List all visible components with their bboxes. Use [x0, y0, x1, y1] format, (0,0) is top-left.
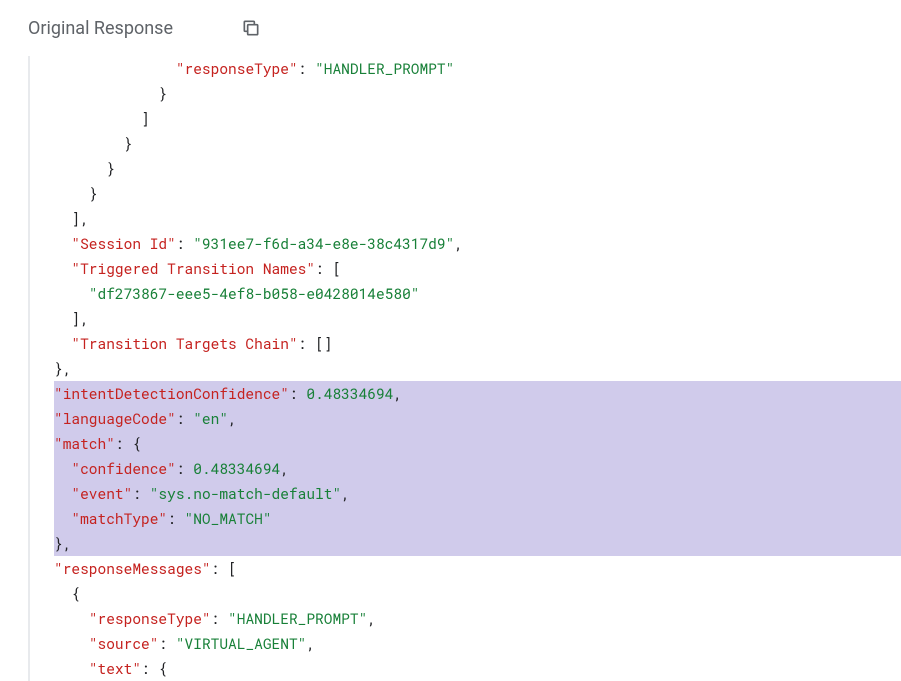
json-value: "en"	[193, 409, 228, 428]
code-line: ],	[54, 206, 901, 231]
json-key: "responseType"	[89, 609, 211, 628]
json-key: "Triggered Transition Names"	[71, 259, 315, 278]
json-key: "confidence"	[71, 459, 175, 478]
code-line: "Transition Targets Chain": []	[54, 331, 901, 356]
json-value: "NO_MATCH"	[185, 509, 272, 528]
json-key: "event"	[71, 484, 132, 503]
json-code-block[interactable]: "responseType": "HANDLER_PROMPT" } ] } }…	[28, 56, 901, 681]
json-value: 0.48334694	[306, 384, 393, 403]
code-line-highlighted: "intentDetectionConfidence": 0.48334694,	[54, 381, 901, 406]
code-line-highlighted: "confidence": 0.48334694,	[54, 456, 901, 481]
copy-icon	[241, 18, 261, 38]
json-key: "Session Id"	[71, 234, 175, 253]
json-value: "HANDLER_PROMPT"	[315, 59, 454, 78]
code-line: "Session Id": "931ee7-f6d-a34-e8e-38c431…	[54, 231, 901, 256]
json-key: "intentDetectionConfidence"	[54, 384, 289, 403]
json-key: "languageCode"	[54, 409, 176, 428]
json-key: "matchType"	[71, 509, 167, 528]
code-line: },	[54, 356, 901, 381]
code-line: "Triggered Transition Names": [	[54, 256, 901, 281]
code-line: ]	[54, 106, 901, 131]
json-key: "responseType"	[176, 59, 298, 78]
code-line: "responseMessages": [	[54, 556, 901, 581]
json-value: "sys.no-match-default"	[150, 484, 341, 503]
json-key: "text"	[89, 659, 141, 678]
json-value: "VIRTUAL_AGENT"	[176, 634, 307, 653]
json-key: "Transition Targets Chain"	[71, 334, 297, 353]
code-line: }	[54, 181, 901, 206]
code-line: "source": "VIRTUAL_AGENT",	[54, 631, 901, 656]
copy-button[interactable]	[235, 12, 267, 44]
json-key: "source"	[89, 634, 159, 653]
panel-header: Original Response	[0, 0, 901, 56]
json-value: "931ee7-f6d-a34-e8e-38c4317d9"	[193, 234, 454, 253]
code-line: ],	[54, 306, 901, 331]
code-line: {	[54, 581, 901, 606]
code-line: "text": {	[54, 656, 901, 681]
code-line-highlighted: },	[54, 531, 901, 556]
json-value: "df273867-eee5-4ef8-b058-e0428014e580"	[89, 284, 420, 303]
json-key: "responseMessages"	[54, 559, 211, 578]
code-line-highlighted: "event": "sys.no-match-default",	[54, 481, 901, 506]
code-line: "df273867-eee5-4ef8-b058-e0428014e580"	[54, 281, 901, 306]
json-value: 0.48334694	[193, 459, 280, 478]
json-key: "match"	[54, 434, 115, 453]
panel-title: Original Response	[28, 18, 223, 39]
code-line-highlighted: "match": {	[54, 431, 901, 456]
code-line: "responseType": "HANDLER_PROMPT"	[54, 56, 901, 81]
json-value: "HANDLER_PROMPT"	[228, 609, 367, 628]
code-line-highlighted: "matchType": "NO_MATCH"	[54, 506, 901, 531]
code-line: "responseType": "HANDLER_PROMPT",	[54, 606, 901, 631]
code-line: }	[54, 156, 901, 181]
code-line: }	[54, 131, 901, 156]
code-line-highlighted: "languageCode": "en",	[54, 406, 901, 431]
code-line: }	[54, 81, 901, 106]
